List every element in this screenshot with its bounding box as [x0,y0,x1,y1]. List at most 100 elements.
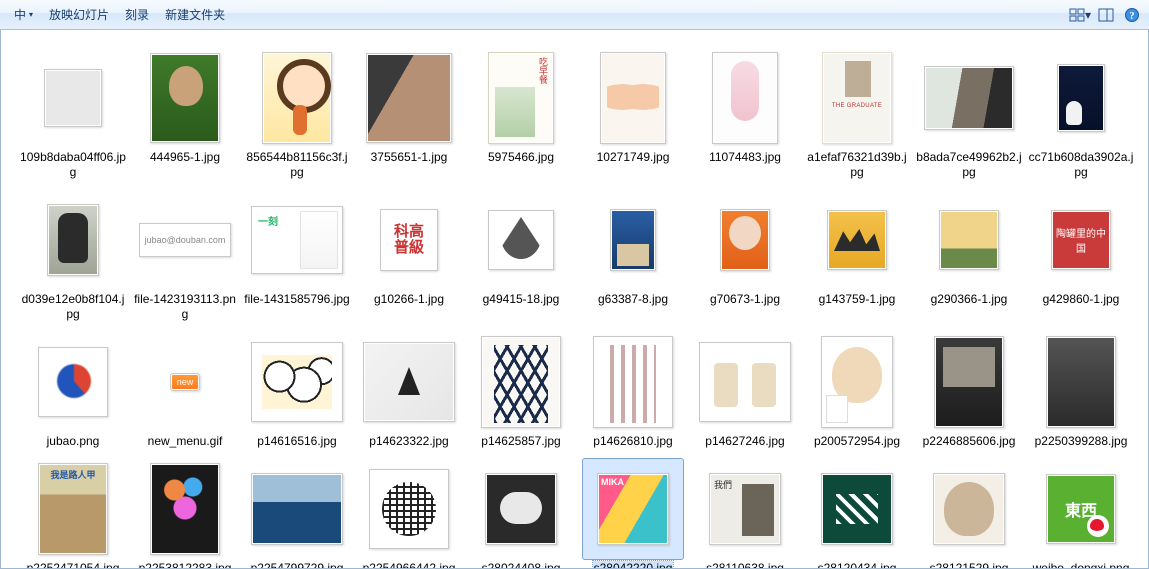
file-item[interactable]: s28042220.jpg [577,453,689,569]
file-thumbnail [939,210,999,270]
file-item[interactable]: cc71b608da3902a.jpg [1025,42,1137,184]
file-name-label: p2254966442.jpg [362,561,457,569]
file-thumbnail-frame [1031,48,1131,148]
file-thumbnail-frame [1031,332,1131,432]
file-thumbnail [934,336,1004,428]
file-name-label: g10266-1.jpg [373,292,445,307]
file-name-label: d039e12e0b8f104.jpg [19,292,127,322]
file-name-label: 11074483.jpg [708,150,782,165]
file-name-label: 444965-1.jpg [149,150,221,165]
file-thumbnail-frame [583,459,683,559]
file-item[interactable]: a1efaf76321d39b.jpg [801,42,913,184]
toolbar-item-0[interactable]: 中▾ [6,3,41,26]
preview-pane-icon[interactable] [1095,4,1117,26]
file-thumbnail [488,210,554,270]
file-thumbnail [933,473,1005,545]
file-item[interactable]: g143759-1.jpg [801,184,913,326]
file-item[interactable]: 5975466.jpg [465,42,577,184]
file-name-label: g49415-18.jpg [482,292,561,307]
file-thumbnail [38,463,108,555]
toolbar-item-2[interactable]: 刻录 [117,3,157,26]
file-thumbnail: new [170,373,200,391]
file-thumbnail [485,473,557,545]
file-thumbnail [1046,336,1116,428]
file-thumbnail-frame [23,48,123,148]
file-item[interactable]: p14626810.jpg [577,326,689,453]
file-item[interactable]: p14625857.jpg [465,326,577,453]
file-thumbnail-frame [247,459,347,559]
file-name-label: s28024408.jpg [481,561,562,569]
file-name-label: p14623322.jpg [368,434,449,449]
file-item[interactable]: jubao@douban.comfile-1423193113.png [129,184,241,326]
file-item[interactable]: p14623322.jpg [353,326,465,453]
file-item[interactable]: 東西weibo_dongxi.png [1025,453,1137,569]
file-item[interactable]: g290366-1.jpg [913,184,1025,326]
file-item[interactable]: s28110638.jpg [689,453,801,569]
file-item[interactable]: s28121529.jpg [913,453,1025,569]
toolbar-item-label: 新建文件夹 [165,6,225,23]
file-thumbnail [251,473,343,545]
file-item[interactable]: p2253812283.jpg [129,453,241,569]
file-thumbnail-frame [247,190,347,290]
file-thumbnail-frame [135,459,235,559]
views-icon[interactable]: ▾ [1069,4,1091,26]
file-thumbnail-frame [919,332,1019,432]
file-item[interactable]: newnew_menu.gif [129,326,241,453]
file-thumbnail-frame [583,332,683,432]
toolbar-item-label: 刻录 [125,6,149,23]
file-thumbnail-frame [135,48,235,148]
file-item[interactable]: p200572954.jpg [801,326,913,453]
file-item[interactable]: d039e12e0b8f104.jpg [17,184,129,326]
file-thumbnail-frame: 東西 [1031,459,1131,559]
file-item[interactable]: p2250399288.jpg [1025,326,1137,453]
file-name-label: g429860-1.jpg [1042,292,1121,307]
file-item[interactable]: g70673-1.jpg [689,184,801,326]
file-item[interactable]: 109b8daba04ff06.jpg [17,42,129,184]
file-thumbnail [47,204,99,276]
file-thumbnail-frame [583,48,683,148]
file-name-label: p14616516.jpg [256,434,337,449]
file-item[interactable]: g63387-8.jpg [577,184,689,326]
file-thumbnail [150,53,220,143]
file-list-pane[interactable]: 109b8daba04ff06.jpg 444965-1.jpg 856544b81… [0,30,1149,569]
file-name-label: a1efaf76321d39b.jpg [803,150,911,180]
file-item[interactable]: p14627246.jpg [689,326,801,453]
file-item[interactable]: file-1431585796.jpg [241,184,353,326]
help-icon[interactable]: ? [1121,4,1143,26]
file-thumbnail [709,473,781,545]
file-item[interactable]: p2254799729.jpg [241,453,353,569]
file-thumbnail-frame [247,48,347,148]
file-thumbnail-frame [807,332,907,432]
file-item[interactable]: s28024408.jpg [465,453,577,569]
file-thumbnail [251,342,343,422]
file-thumbnail [366,53,452,143]
file-item[interactable]: jubao.png [17,326,129,453]
file-item[interactable]: p2252471054.jpg [17,453,129,569]
file-thumbnail [821,473,893,545]
file-item[interactable]: 444965-1.jpg [129,42,241,184]
toolbar-item-3[interactable]: 新建文件夹 [157,3,233,26]
file-item[interactable]: p2246885606.jpg [913,326,1025,453]
file-item[interactable]: 11074483.jpg [689,42,801,184]
file-thumbnail [822,52,892,144]
file-item[interactable]: p14616516.jpg [241,326,353,453]
file-thumbnail [821,336,893,428]
file-item[interactable]: 856544b81156c3f.jpg [241,42,353,184]
file-item[interactable]: 科高普級g10266-1.jpg [353,184,465,326]
toolbar-item-1[interactable]: 放映幻灯片 [41,3,117,26]
file-item[interactable]: p2254966442.jpg [353,453,465,569]
file-thumbnail-frame [695,190,795,290]
file-item[interactable]: b8ada7ce49962b2.jpg [913,42,1025,184]
file-item[interactable]: g49415-18.jpg [465,184,577,326]
file-thumbnail [924,66,1014,130]
file-thumbnail-frame [359,48,459,148]
file-item[interactable]: s28120434.jpg [801,453,913,569]
file-thumbnail: 東西 [1046,474,1116,544]
file-item[interactable]: 陶罐里的中国g429860-1.jpg [1025,184,1137,326]
file-item[interactable]: 10271749.jpg [577,42,689,184]
file-thumbnail [369,469,449,549]
file-item[interactable]: 3755651-1.jpg [353,42,465,184]
file-thumbnail [593,336,673,428]
file-thumbnail [150,463,220,555]
file-name-label: s28110638.jpg [705,561,785,569]
